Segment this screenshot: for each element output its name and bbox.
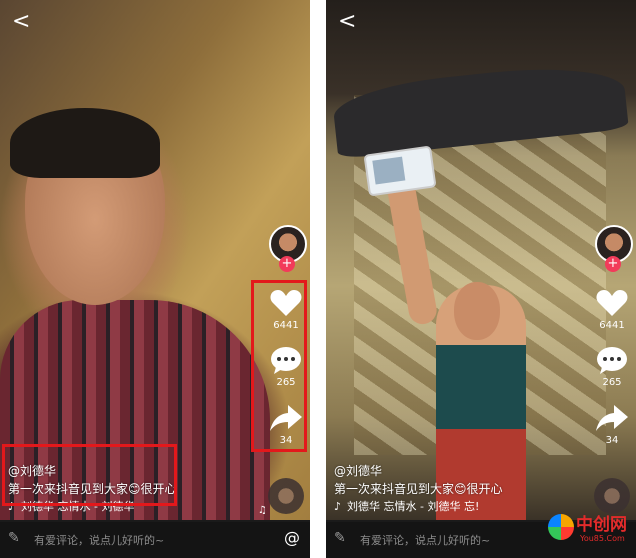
follow-plus-icon[interactable]: + xyxy=(279,256,295,272)
music-disc[interactable] xyxy=(594,478,630,514)
follow-plus-icon[interactable]: + xyxy=(605,256,621,272)
phone-screenshot-right: < + 6441 265 34 @刘德华 第一次来抖音见到大家😊很开心 ♪ 刘德华… xyxy=(326,0,636,558)
back-arrow-icon[interactable]: < xyxy=(12,10,36,34)
music-note-icon: ♫ xyxy=(258,505,267,516)
watermark-title: 中创网 xyxy=(576,515,627,535)
comment-icon xyxy=(597,347,627,374)
music-title: 刘德华 忘情水 - 刘德华 忘! xyxy=(347,500,480,513)
pen-icon: ✎ xyxy=(8,530,20,546)
heart-icon xyxy=(596,290,628,316)
music-info[interactable]: ♪ 刘德华 忘情水 - 刘德华 忘! xyxy=(334,498,479,514)
comment-bar: ✎ 有爱评论，说点儿好听的~ @ xyxy=(0,522,310,558)
caption-text: 第一次来抖音见到大家😊很开心 xyxy=(334,482,503,496)
share-count: 34 xyxy=(605,435,619,446)
comment-input[interactable]: 有爱评论，说点儿好听的~ xyxy=(360,532,490,548)
author-username[interactable]: @刘德华 xyxy=(334,462,503,480)
share-button[interactable]: 34 xyxy=(594,403,630,446)
share-icon xyxy=(596,405,628,431)
post-caption: @刘德华 第一次来抖音见到大家😊很开心 xyxy=(334,462,503,498)
phone-screenshot-left: < + 6441 265 34 @刘德华 第一次来抖音见到大家😊很开心 ♪ 刘德华… xyxy=(0,0,310,558)
site-watermark: 中创网 You85.Com xyxy=(548,510,634,556)
comment-input[interactable]: 有爱评论，说点儿好听的~ xyxy=(34,532,164,548)
video-subject-hair xyxy=(10,108,160,178)
music-note-icon: ♪ xyxy=(334,500,342,513)
music-disc[interactable] xyxy=(268,478,304,514)
highlight-box-actions xyxy=(251,280,307,452)
highlight-box-caption xyxy=(2,444,177,506)
back-arrow-icon[interactable]: < xyxy=(338,10,362,34)
pen-icon: ✎ xyxy=(334,530,346,546)
watermark-logo-icon xyxy=(548,514,574,540)
at-icon[interactable]: @ xyxy=(284,528,300,547)
video-subject-face xyxy=(454,282,500,340)
like-button[interactable]: 6441 xyxy=(594,288,630,331)
video-player[interactable] xyxy=(326,0,636,520)
comment-count: 265 xyxy=(602,377,622,388)
like-count: 6441 xyxy=(599,320,625,331)
comment-button[interactable]: 265 xyxy=(594,345,630,388)
watermark-subtitle: You85.Com xyxy=(580,534,625,543)
